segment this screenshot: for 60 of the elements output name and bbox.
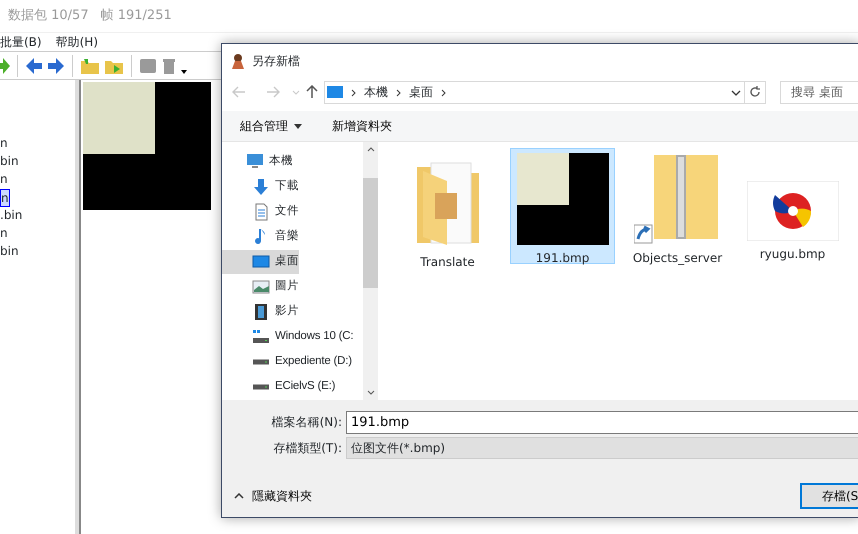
file-tile[interactable]: Objects_server [625,148,730,264]
menu-item[interactable]: 帮助(H) [56,33,98,51]
dialog-title: 另存新檔 [252,52,300,70]
folder-icon[interactable] [80,56,100,74]
nav-item[interactable]: Windows 10 (C: [222,325,354,349]
menu-button[interactable]: 組合管理 [240,117,302,135]
filetype-dropdown[interactable]: 位图文件(*.bmp) [346,437,858,459]
list-item[interactable]: n [0,189,10,207]
drive-icon [252,328,270,346]
forward-arrow-icon[interactable] [47,56,65,74]
scrollbar[interactable] [363,142,378,400]
picture-icon [252,278,270,296]
nav-item[interactable]: 音樂 [222,225,299,249]
list-item[interactable]: n [0,225,8,243]
caret-icon [294,124,302,128]
hide-folders-toggle[interactable]: 隱藏資料夾 [234,487,312,505]
save-button[interactable]: 存檔(S [800,483,858,509]
list-item[interactable]: n [0,171,8,189]
forward-arrow-icon[interactable] [0,56,10,74]
address-bar[interactable]: 本機 桌面 [324,80,745,104]
field-label: 存檔類型(T): [272,440,342,457]
breadcrumb-item[interactable]: 桌面 [409,83,433,101]
chevron-up-icon [234,493,244,499]
back-arrow-icon[interactable] [25,56,43,74]
toolbar-button[interactable]: 新增資料夾 [332,117,392,135]
up-arrow-icon[interactable] [306,85,318,99]
nav-item[interactable]: ECielvS (E:) [222,375,336,399]
file-tile[interactable]: 191.bmp [510,148,615,264]
drive-icon [252,359,270,365]
computer-icon [246,153,264,171]
nav-item[interactable]: Expediente (D:) [222,350,352,374]
file-tile[interactable]: ryugu.bmp [740,148,845,264]
caret-icon[interactable] [181,70,187,74]
menu-item[interactable]: 批量(B) [0,33,42,51]
refresh-icon [749,86,761,98]
list-item[interactable]: n [0,135,8,153]
title-text: 帧 191/251 [100,7,172,26]
down-arrow-icon [252,178,270,196]
filename-field[interactable]: 191.bmp [346,410,858,434]
chevron-up-icon[interactable] [366,147,374,152]
character-icon [230,52,246,68]
desktop-icon [327,86,343,98]
nav-item[interactable]: 桌面 [222,250,299,274]
nav-item[interactable]: 圖片 [222,275,299,299]
nav-item[interactable]: 文件 [222,200,299,224]
list-item[interactable]: bin [0,153,19,171]
list-item[interactable]: .bin [0,207,22,225]
nav-item[interactable]: 影片 [222,300,299,324]
film-icon [252,303,270,321]
search-field[interactable]: 搜尋 桌面 [780,80,858,104]
list-item[interactable]: bin [0,243,19,261]
breadcrumb-item[interactable]: 本機 [364,83,388,101]
field-label: 檔案名稱(N): [270,414,342,431]
chevron-down-icon[interactable] [366,390,374,395]
drive-icon [252,384,270,390]
nav-item[interactable]: 下載 [222,175,299,199]
nav-item[interactable]: 本機 [222,150,293,174]
file-tile[interactable]: Translate [395,148,500,264]
refresh-button[interactable] [745,80,766,104]
title-text: 数据包 10/57 [8,7,89,26]
